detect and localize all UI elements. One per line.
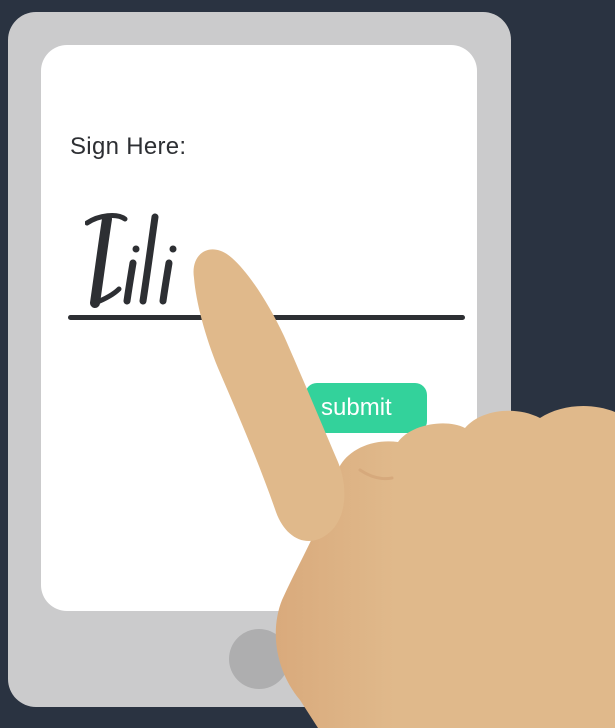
submit-button[interactable]: submit (305, 383, 427, 433)
sign-here-label: Sign Here: (70, 133, 187, 160)
home-button[interactable] (229, 629, 289, 689)
tablet-device: Sign Here: submit (8, 12, 511, 707)
signature-line (68, 315, 465, 320)
tablet-screen: Sign Here: submit (41, 45, 477, 611)
handwritten-signature (85, 213, 177, 308)
